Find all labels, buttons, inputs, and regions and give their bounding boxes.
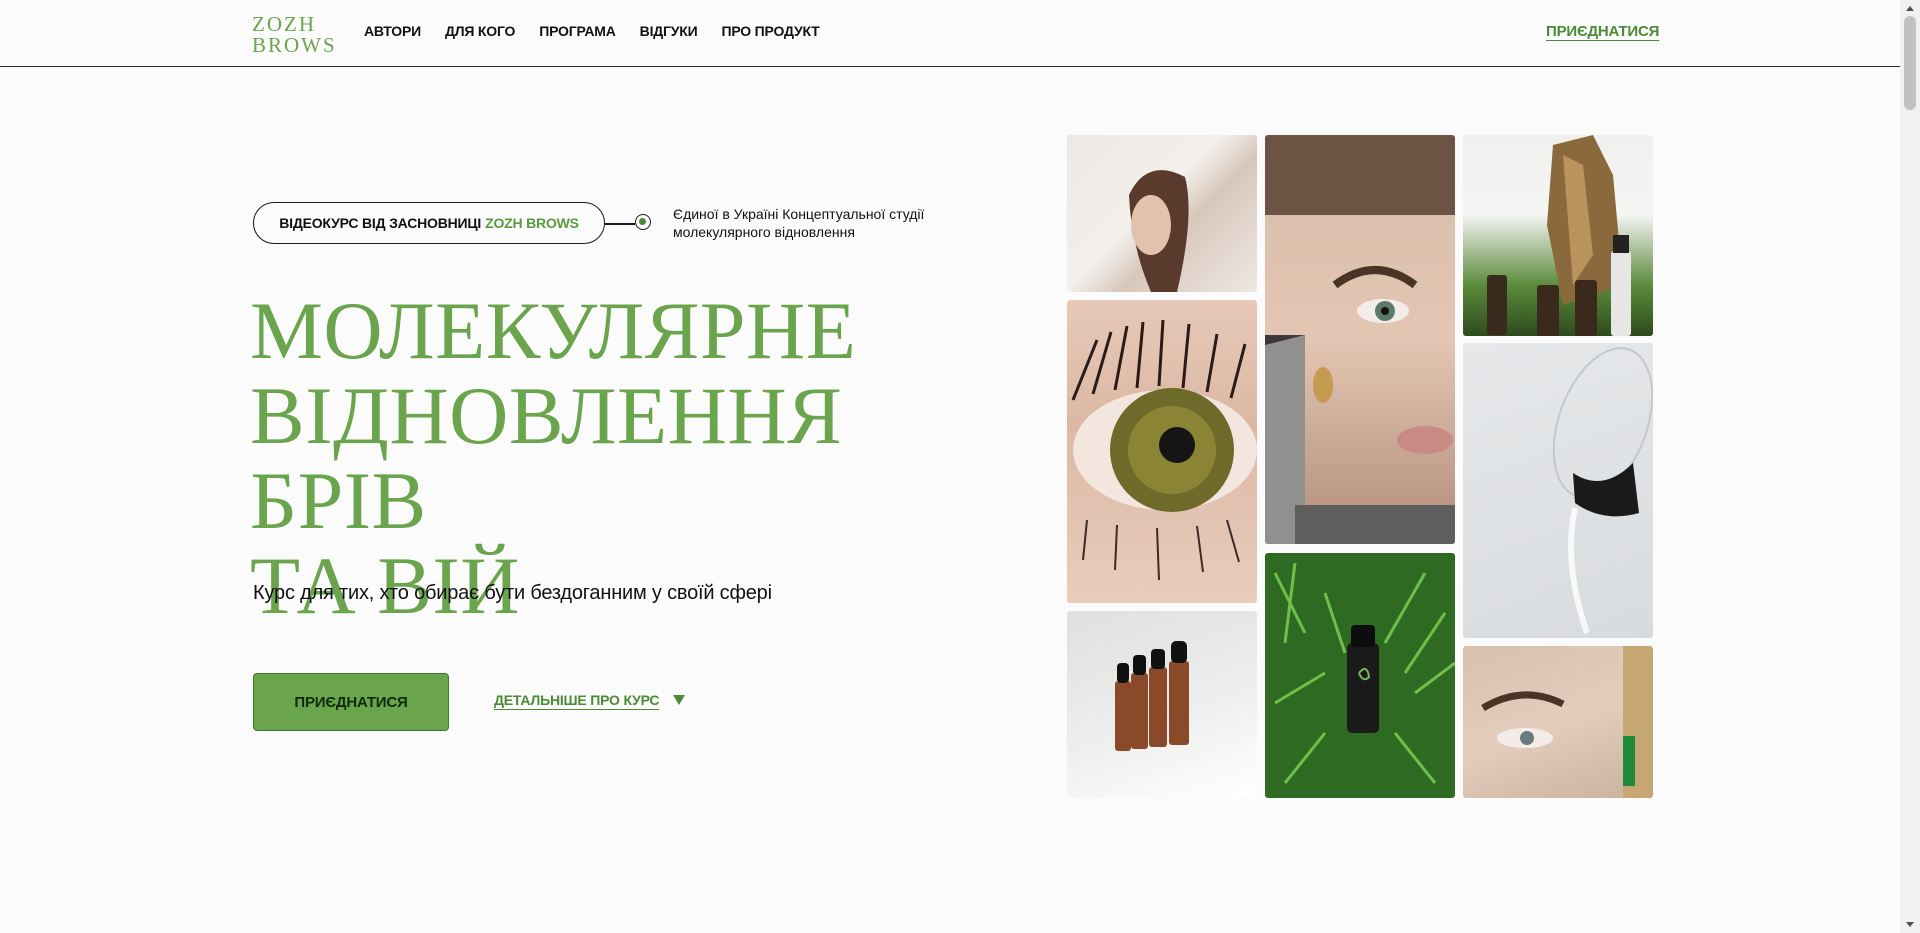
- hero-title: МОЛЕКУЛЯРНЕ ВІДНОВЛЕННЯ БРІВ ТА ВІЙ: [250, 288, 1010, 628]
- woman-profile-photo: [1067, 135, 1257, 292]
- brand-logo[interactable]: ZOZH BROWS: [252, 12, 335, 56]
- serum-bottle-grass-photo: [1265, 553, 1455, 798]
- woman-eye-closeup-photo: [1265, 135, 1455, 544]
- main-nav: АВТОРИ ДЛЯ КОГО ПРОГРАМА ВІДГУКИ ПРО ПРО…: [364, 23, 820, 39]
- nav-item-program[interactable]: ПРОГРАМА: [539, 23, 616, 39]
- scrollbar-thumb[interactable]: [1904, 16, 1916, 110]
- woman-brow-closeup-photo: [1463, 646, 1653, 798]
- nav-item-for-whom[interactable]: ДЛЯ КОГО: [445, 23, 515, 39]
- badge-connector-line: [605, 223, 635, 225]
- hero-subtitle: Курс для тих, хто обирає бути бездоганни…: [253, 582, 772, 604]
- nav-item-authors[interactable]: АВТОРИ: [364, 23, 421, 39]
- scroll-down-arrow-icon[interactable]: [1906, 922, 1914, 927]
- logo-line-1: ZOZH: [252, 12, 316, 36]
- green-eye-lashes-photo: [1067, 300, 1257, 603]
- serum-bottles-wood-photo: [1463, 135, 1653, 336]
- hero-title-line-2: ВІДНОВЛЕННЯ БРІВ: [250, 370, 843, 546]
- serum-bottles-row-photo: [1067, 611, 1257, 798]
- nav-item-about-product[interactable]: ПРО ПРОДУКТ: [721, 23, 819, 39]
- header-join-link[interactable]: ПРИЄДНАТИСЯ: [1546, 23, 1659, 40]
- water-glass-pour-photo: [1463, 343, 1653, 638]
- nav-item-reviews[interactable]: ВІДГУКИ: [640, 23, 698, 39]
- target-dot-icon: [635, 214, 651, 230]
- badge-brand: ZOZH BROWS: [485, 215, 579, 231]
- course-badge-pill: ВІДЕОКУРС ВІД ЗАСНОВНИЦІ ZOZH BROWS: [253, 202, 605, 244]
- triangle-down-icon: [673, 695, 686, 705]
- logo-line-2: BROWS: [252, 33, 337, 57]
- course-details-label[interactable]: ДЕТАЛЬНІШЕ ПРО КУРС: [494, 692, 660, 708]
- join-button[interactable]: ПРИЄДНАТИСЯ: [253, 673, 449, 731]
- hero-title-line-1: МОЛЕКУЛЯРНЕ: [250, 285, 857, 376]
- course-details-link[interactable]: ДЕТАЛЬНІШЕ ПРО КУРС: [494, 692, 686, 708]
- badge-prefix: ВІДЕОКУРС ВІД ЗАСНОВНИЦІ: [279, 215, 482, 231]
- site-header: ZOZH BROWS АВТОРИ ДЛЯ КОГО ПРОГРАМА ВІДГ…: [0, 0, 1900, 67]
- scroll-up-arrow-icon[interactable]: [1906, 6, 1914, 11]
- studio-note: Єдиної в Україні Концептуальної студії м…: [673, 206, 925, 240]
- page-scrollbar[interactable]: [1900, 0, 1920, 933]
